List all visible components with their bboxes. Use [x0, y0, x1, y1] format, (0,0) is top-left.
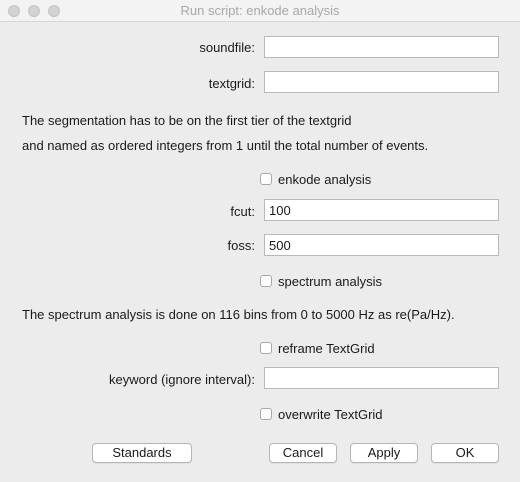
apply-button[interactable]: Apply — [350, 443, 418, 463]
enkode-analysis-checkbox[interactable]: enkode analysis — [260, 171, 371, 187]
foss-input[interactable] — [264, 234, 499, 256]
checkbox-box[interactable] — [260, 173, 272, 185]
fcut-label: fcut: — [230, 204, 255, 219]
textgrid-input[interactable] — [264, 71, 499, 93]
keyword-input[interactable] — [264, 367, 499, 389]
title-bar: Run script: enkode analysis — [0, 0, 520, 22]
reframe-textgrid-checkbox[interactable]: reframe TextGrid — [260, 340, 375, 356]
soundfile-label: soundfile: — [199, 40, 255, 55]
ok-button[interactable]: OK — [431, 443, 499, 463]
spectrum-analysis-label: spectrum analysis — [278, 273, 383, 289]
fcut-input[interactable] — [264, 199, 499, 221]
spectrum-analysis-checkbox[interactable]: spectrum analysis — [260, 273, 382, 289]
checkbox-box[interactable] — [260, 408, 272, 420]
checkbox-box[interactable] — [260, 275, 272, 287]
segmentation-note-line2: and named as ordered integers from 1 unt… — [22, 138, 429, 153]
foss-label: foss: — [227, 238, 255, 253]
window-title: Run script: enkode analysis — [180, 3, 340, 18]
checkbox-box[interactable] — [260, 342, 272, 354]
soundfile-input[interactable] — [264, 36, 499, 58]
enkode-analysis-label: enkode analysis — [278, 171, 372, 187]
overwrite-textgrid-checkbox[interactable]: overwrite TextGrid — [260, 406, 383, 422]
overwrite-textgrid-label: overwrite TextGrid — [278, 406, 383, 422]
spectrum-note: The spectrum analysis is done on 116 bin… — [22, 307, 455, 322]
textgrid-label: textgrid: — [208, 76, 255, 91]
keyword-label: keyword (ignore interval): — [109, 372, 255, 387]
cancel-button[interactable]: Cancel — [269, 443, 337, 463]
standards-button[interactable]: Standards — [92, 443, 192, 463]
segmentation-note-line1: The segmentation has to be on the first … — [22, 113, 352, 128]
reframe-textgrid-label: reframe TextGrid — [278, 340, 375, 356]
